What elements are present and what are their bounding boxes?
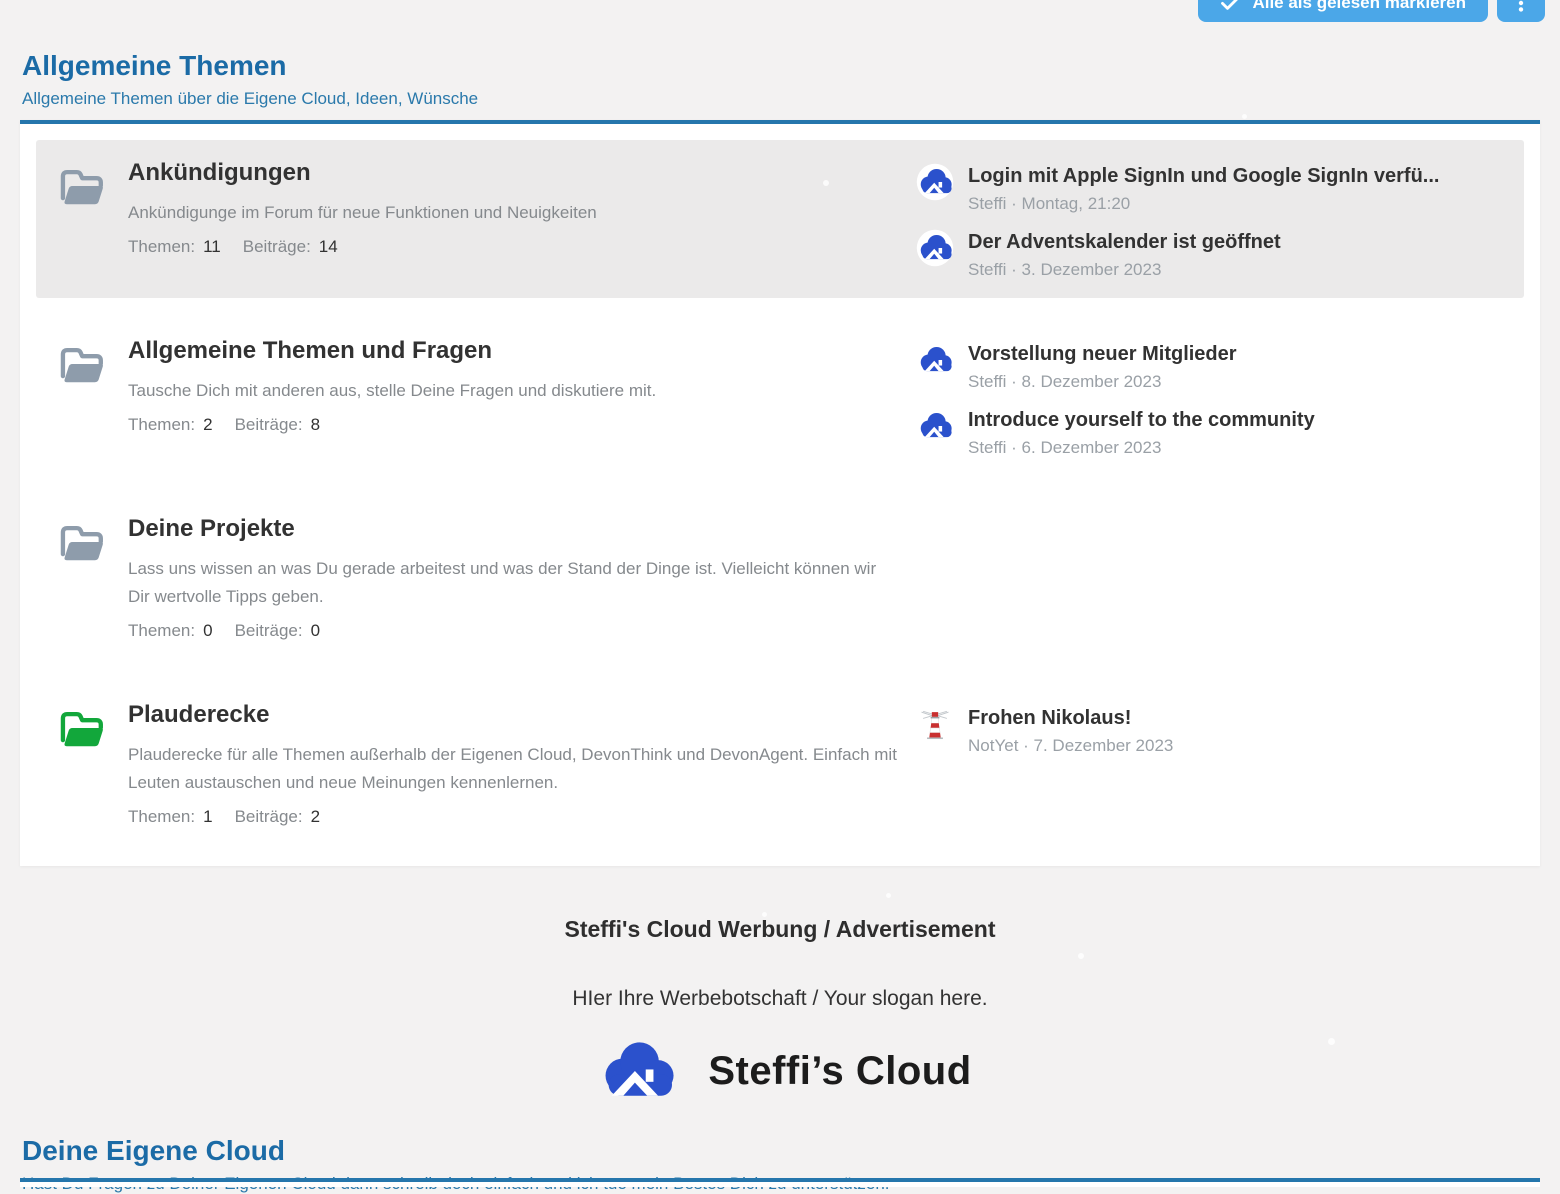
topic-title[interactable]: Vorstellung neuer Mitglieder <box>968 341 1504 367</box>
topics-label: Themen: <box>128 237 195 256</box>
posts-label: Beiträge: <box>243 237 311 256</box>
advertisement-heading: Steffi's Cloud Werbung / Advertisement <box>0 916 1560 943</box>
board-title[interactable]: Ankündigungen <box>128 158 900 188</box>
topics-count: 11 <box>203 237 221 256</box>
board-title[interactable]: Deine Projekte <box>128 514 900 544</box>
folder-open-icon <box>56 520 108 564</box>
board-description: Tausche Dich mit anderen aus, stelle Dei… <box>128 377 900 405</box>
topic-title[interactable]: Frohen Nikolaus! <box>968 705 1504 731</box>
bottom-category-title[interactable]: Deine Eigene Cloud <box>22 1135 285 1167</box>
board-title[interactable]: Allgemeine Themen und Fragen <box>128 336 900 366</box>
topic-title[interactable]: Der Adventskalender ist geöffnet <box>968 229 1504 255</box>
posts-count: 14 <box>319 237 338 256</box>
topics-label: Themen: <box>128 807 195 826</box>
topics-count: 2 <box>203 415 212 434</box>
cloud-avatar[interactable] <box>916 163 954 201</box>
advertisement-slogan: HIer Ihre Werbebotschaft / Your slogan h… <box>0 987 1560 1011</box>
topic-title[interactable]: Login mit Apple SignIn und Google SignIn… <box>968 163 1504 189</box>
board-info: Plauderecke Plauderecke für alle Themen … <box>128 700 916 830</box>
latest-topics: Frohen Nikolaus! NotYet · 7. Dezember 20… <box>916 700 1504 830</box>
board-row-deine-projekte: Deine Projekte Lass uns wissen an was Du… <box>36 496 1524 662</box>
cloud-avatar[interactable] <box>916 341 954 379</box>
board-stats: Themen: 0 Beiträge: 0 <box>128 618 900 644</box>
topic-meta: Steffi · 8. Dezember 2023 <box>968 372 1504 392</box>
topic-item: Vorstellung neuer Mitglieder Steffi · 8.… <box>916 341 1504 392</box>
board-row-ankuendigungen: Ankündigungen Ankündigunge im Forum für … <box>36 140 1524 298</box>
topic-body: Vorstellung neuer Mitglieder Steffi · 8.… <box>968 341 1504 392</box>
mark-all-read-button[interactable]: Alle als gelesen markieren <box>1198 0 1488 22</box>
page-subtitle: Allgemeine Themen über die Eigene Cloud,… <box>22 89 1538 109</box>
board-row-allgemeine-themen-und-fragen: Allgemeine Themen und Fragen Tausche Dic… <box>36 318 1524 476</box>
board-row-plauderecke: Plauderecke Plauderecke für alle Themen … <box>36 682 1524 848</box>
topic-meta: Steffi · Montag, 21:20 <box>968 194 1504 214</box>
board-info: Ankündigungen Ankündigunge im Forum für … <box>128 158 916 280</box>
snow-dot <box>1242 114 1247 119</box>
snow-dot <box>886 893 891 898</box>
forum-category-panel: Ankündigungen Ankündigunge im Forum für … <box>20 120 1540 866</box>
topic-body: Introduce yourself to the community Stef… <box>968 407 1504 458</box>
latest-topics: Login mit Apple SignIn und Google SignIn… <box>916 158 1504 280</box>
posts-count: 0 <box>311 621 320 640</box>
topic-meta: Steffi · 6. Dezember 2023 <box>968 438 1504 458</box>
board-description: Ankündigunge im Forum für neue Funktione… <box>128 199 900 227</box>
topic-item: Frohen Nikolaus! NotYet · 7. Dezember 20… <box>916 705 1504 756</box>
topics-count: 1 <box>203 807 212 826</box>
topic-item: Der Adventskalender ist geöffnet Steffi … <box>916 229 1504 280</box>
topic-body: Frohen Nikolaus! NotYet · 7. Dezember 20… <box>968 705 1504 756</box>
brand-text: Steffi’s Cloud <box>708 1049 971 1094</box>
topic-meta: NotYet · 7. Dezember 2023 <box>968 736 1504 756</box>
board-description: Lass uns wissen an was Du gerade arbeite… <box>128 555 900 611</box>
topic-body: Der Adventskalender ist geöffnet Steffi … <box>968 229 1504 280</box>
cloud-avatar[interactable] <box>916 229 954 267</box>
page-title[interactable]: Allgemeine Themen <box>22 50 287 82</box>
mark-all-read-label: Alle als gelesen markieren <box>1252 0 1466 13</box>
posts-label: Beiträge: <box>235 621 303 640</box>
next-category-panel-edge <box>20 1178 1540 1187</box>
board-title[interactable]: Plauderecke <box>128 700 900 730</box>
kebab-ellipsis-icon <box>1510 0 1532 14</box>
topic-item: Login mit Apple SignIn und Google SignIn… <box>916 163 1504 214</box>
steffis-cloud-logo[interactable]: Steffi’s Cloud <box>0 1037 1560 1105</box>
topic-meta: Steffi · 3. Dezember 2023 <box>968 260 1504 280</box>
folder-open-icon <box>56 164 108 208</box>
posts-label: Beiträge: <box>235 415 303 434</box>
board-info: Allgemeine Themen und Fragen Tausche Dic… <box>128 336 916 458</box>
topics-label: Themen: <box>128 415 195 434</box>
lighthouse-avatar[interactable] <box>916 705 954 743</box>
topic-body: Login mit Apple SignIn und Google SignIn… <box>968 163 1504 214</box>
folder-open-icon <box>56 342 108 386</box>
topics-label: Themen: <box>128 621 195 640</box>
board-stats: Themen: 2 Beiträge: 8 <box>128 412 900 438</box>
board-info: Deine Projekte Lass uns wissen an was Du… <box>128 514 916 644</box>
posts-count: 8 <box>311 415 320 434</box>
toolbar: Alle als gelesen markieren <box>1198 0 1545 22</box>
check-icon <box>1220 0 1240 13</box>
topic-item: Introduce yourself to the community Stef… <box>916 407 1504 458</box>
topic-title[interactable]: Introduce yourself to the community <box>968 407 1504 433</box>
posts-count: 2 <box>311 807 320 826</box>
topics-count: 0 <box>203 621 212 640</box>
more-options-button[interactable] <box>1497 0 1545 22</box>
latest-topics <box>916 514 1504 644</box>
board-stats: Themen: 1 Beiträge: 2 <box>128 804 900 830</box>
latest-topics: Vorstellung neuer Mitglieder Steffi · 8.… <box>916 336 1504 458</box>
cloud-avatar[interactable] <box>916 407 954 445</box>
folder-open-icon-green <box>56 706 108 750</box>
advertisement-section: Steffi's Cloud Werbung / Advertisement H… <box>0 916 1560 1105</box>
board-description: Plauderecke für alle Themen außerhalb de… <box>128 741 900 797</box>
board-stats: Themen: 11 Beiträge: 14 <box>128 234 900 260</box>
posts-label: Beiträge: <box>235 807 303 826</box>
cloud-logo-icon <box>588 1037 688 1105</box>
